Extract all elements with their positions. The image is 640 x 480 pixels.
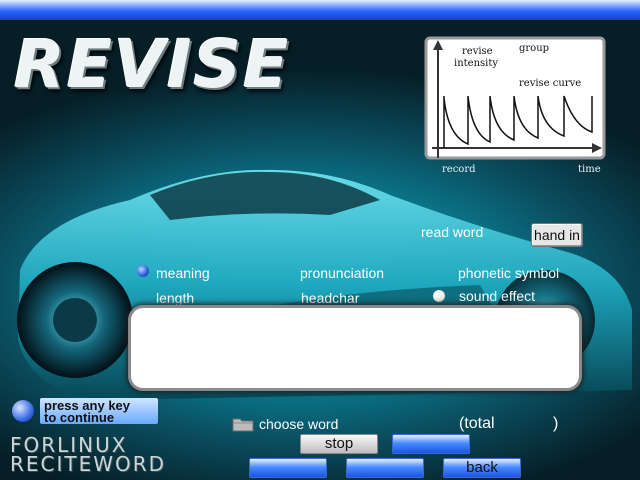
graph-y-label-line2: intensity xyxy=(454,58,499,69)
top-title-bar xyxy=(0,0,640,20)
brand-line2: RECITEWORD xyxy=(10,452,167,476)
meaning-radio[interactable] xyxy=(137,265,149,277)
graph-curve-label: revise curve xyxy=(519,78,582,89)
hand-in-button[interactable]: hand in xyxy=(531,223,583,247)
option-headchar[interactable]: headchar xyxy=(301,290,359,306)
option-pronunciation[interactable]: pronunciation xyxy=(300,265,384,281)
answer-input-area[interactable] xyxy=(131,308,579,388)
read-word-label: read word xyxy=(421,224,484,240)
blue-button-3[interactable] xyxy=(346,458,424,478)
brand-logo: FORLINUX RECITEWORD xyxy=(10,435,167,476)
option-meaning[interactable]: meaning xyxy=(156,265,210,281)
back-button[interactable]: back xyxy=(443,458,521,478)
press-line2: to continue xyxy=(44,410,115,425)
sound-effect-radio[interactable] xyxy=(433,290,445,302)
option-sound-effect[interactable]: sound effect xyxy=(459,288,535,304)
total-label: (total xyxy=(459,415,495,432)
revise-curve-chart xyxy=(424,36,606,160)
choose-word-button[interactable]: choose word xyxy=(259,416,338,432)
graph-group-label: group xyxy=(519,43,550,54)
graph-x-label-time: time xyxy=(578,164,601,175)
blue-button-2[interactable] xyxy=(249,458,327,478)
graph-x-label-record: record xyxy=(442,164,476,175)
page-title: REVISE xyxy=(14,26,291,103)
option-length[interactable]: length xyxy=(156,290,194,306)
stop-button[interactable]: stop xyxy=(300,434,378,454)
folder-icon[interactable] xyxy=(232,416,254,432)
press-any-key-label: press any key to continue xyxy=(40,398,158,424)
option-phonetic-symbol[interactable]: phonetic symbol xyxy=(458,265,559,281)
graph-y-label-line1: revise xyxy=(462,46,493,57)
total-close-paren: ) xyxy=(553,415,559,432)
info-icon xyxy=(12,400,34,422)
blue-button-1[interactable] xyxy=(392,434,470,454)
revise-curve-graph: revise intensity group revise curve reco… xyxy=(424,36,606,180)
